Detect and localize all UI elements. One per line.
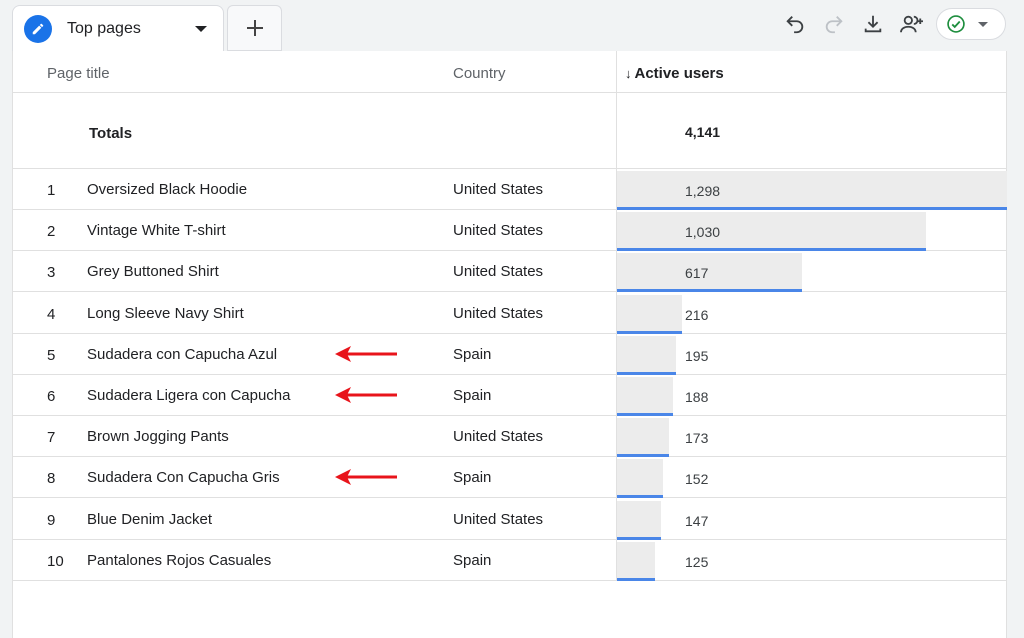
page-title-cell[interactable]: Grey Buttoned Shirt xyxy=(87,263,219,280)
country-cell: Spain xyxy=(453,551,492,569)
table-row[interactable]: 5 Sudadera con Capucha Azul Spain 195 xyxy=(13,334,1006,375)
country-cell: United States xyxy=(453,222,544,240)
country-cell: Spain xyxy=(453,469,492,487)
totals-row: Totals 4,141 xyxy=(13,93,1006,169)
row-number: 6 xyxy=(47,388,56,405)
country-cell: United States xyxy=(453,304,544,322)
red-arrow-annotation-icon xyxy=(335,469,397,486)
active-users-bar xyxy=(617,377,673,416)
download-icon[interactable] xyxy=(859,10,887,38)
page-title-cell[interactable]: Sudadera con Capucha Azul xyxy=(87,346,277,363)
active-users-bar xyxy=(617,335,676,375)
column-header-page-title[interactable]: Page title xyxy=(47,65,110,82)
active-users-value: 216 xyxy=(685,306,709,323)
active-users-bar xyxy=(617,171,1007,210)
country-cell: Spain xyxy=(453,387,492,404)
table-row[interactable]: 4 Long Sleeve Navy Shirt United States 216 xyxy=(13,293,1006,334)
active-users-value: 147 xyxy=(685,512,709,529)
plus-icon xyxy=(246,20,263,36)
sort-arrow-icon: ↓ xyxy=(625,66,632,81)
country-cell: United States xyxy=(453,181,544,198)
country-cell: United States xyxy=(453,510,544,528)
page-title-cell[interactable]: Brown Jogging Pants xyxy=(87,428,229,445)
page-title-cell[interactable]: Blue Denim Jacket xyxy=(87,511,212,528)
chevron-down-icon[interactable] xyxy=(195,25,207,32)
page-title-cell[interactable]: Long Sleeve Navy Shirt xyxy=(87,305,244,322)
active-users-bar xyxy=(617,294,682,334)
row-number: 2 xyxy=(47,223,56,241)
column-header-active-users-label: Active users xyxy=(634,65,724,82)
row-number: 9 xyxy=(47,511,56,529)
page-title-cell[interactable]: Oversized Black Hoodie xyxy=(87,181,247,198)
undo-icon[interactable] xyxy=(781,10,809,38)
page-title-cell[interactable]: Sudadera Con Capucha Gris xyxy=(87,469,280,486)
column-header-active-users[interactable]: ↓ Active users xyxy=(625,65,724,82)
row-number: 10 xyxy=(47,552,64,570)
page-title-cell[interactable]: Vintage White T-shirt xyxy=(87,222,226,239)
active-users-bar xyxy=(617,253,802,293)
active-users-bar xyxy=(617,459,663,499)
page-title-cell[interactable]: Sudadera Ligera con Capucha xyxy=(87,387,290,404)
table-row[interactable]: 3 Grey Buttoned Shirt United States 617 xyxy=(13,251,1006,293)
table-row[interactable]: 9 Blue Denim Jacket United States 147 xyxy=(13,499,1006,540)
active-users-value: 1,298 xyxy=(685,183,721,199)
active-users-bar xyxy=(617,541,655,581)
column-header-country[interactable]: Country xyxy=(453,65,506,82)
active-users-bar xyxy=(617,418,669,458)
red-arrow-annotation-icon xyxy=(335,387,397,403)
table-row[interactable]: 8 Sudadera Con Capucha Gris Spain 152 xyxy=(13,457,1006,499)
active-users-value: 173 xyxy=(685,430,709,447)
row-number: 8 xyxy=(47,470,56,488)
row-number: 7 xyxy=(47,429,56,447)
red-arrow-annotation-icon xyxy=(335,345,397,362)
active-users-value: 1,030 xyxy=(685,224,721,241)
chevron-down-icon xyxy=(978,21,988,27)
check-circle-icon xyxy=(947,15,965,33)
totals-value: 4,141 xyxy=(685,124,721,140)
tab-top-pages[interactable]: Top pages xyxy=(12,5,224,51)
active-users-bar xyxy=(617,212,926,252)
country-cell: United States xyxy=(453,428,544,446)
row-number: 1 xyxy=(47,182,56,199)
page-title-cell[interactable]: Pantalones Rojos Casuales xyxy=(87,552,271,569)
table-row[interactable]: 2 Vintage White T-shirt United States 1,030 xyxy=(13,210,1006,252)
active-users-value: 125 xyxy=(685,553,709,570)
active-users-bar xyxy=(617,500,661,540)
tab-label: Top pages xyxy=(67,19,141,37)
data-table: Page title Country ↓ Active users Totals… xyxy=(12,51,1007,638)
share-users-icon[interactable] xyxy=(898,10,926,38)
active-users-value: 188 xyxy=(685,389,709,405)
country-cell: Spain xyxy=(453,345,492,363)
table-header: Page title Country ↓ Active users xyxy=(13,51,1006,93)
status-dropdown[interactable] xyxy=(936,8,1006,40)
totals-label: Totals xyxy=(89,125,133,142)
row-number: 5 xyxy=(47,346,56,364)
table-row[interactable]: 1 Oversized Black Hoodie United States 1,29… xyxy=(13,169,1007,210)
report-toolbar xyxy=(770,8,1006,40)
add-tab-button[interactable] xyxy=(227,5,282,51)
country-cell: United States xyxy=(453,263,544,281)
table-row[interactable]: 10 Pantalones Rojos Casuales Spain 125 xyxy=(13,540,1006,581)
redo-icon[interactable] xyxy=(820,10,848,38)
active-users-value: 152 xyxy=(685,471,709,488)
pencil-icon[interactable] xyxy=(24,14,52,43)
row-number: 3 xyxy=(47,264,56,282)
table-row[interactable]: 7 Brown Jogging Pants United States 173 xyxy=(13,416,1006,458)
row-number: 4 xyxy=(47,305,56,323)
table-row[interactable]: 6 Sudadera Ligera con Capucha Spain 188 xyxy=(13,375,1006,416)
active-users-value: 195 xyxy=(685,347,709,364)
active-users-value: 617 xyxy=(685,265,709,282)
